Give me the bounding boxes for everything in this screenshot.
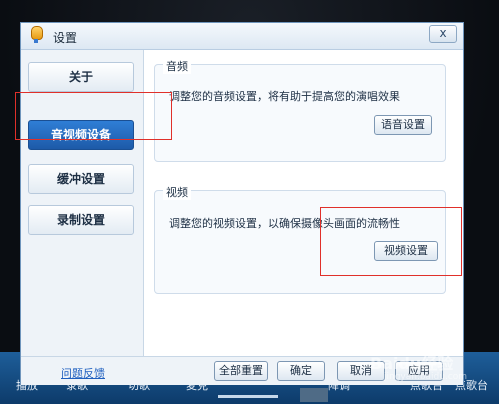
toolbar-pitch-box[interactable] [300,388,328,402]
nav-item-buffer[interactable]: 缓冲设置 [28,164,134,194]
baidu-watermark-url: jingyan.baidu.com [384,372,468,382]
annotation-box-video-button [320,207,462,276]
microphone-app-icon [28,26,44,44]
video-group-title: 视频 [163,184,191,200]
feedback-link[interactable]: 问题反馈 [61,365,105,381]
voice-settings-button[interactable]: 语音设置 [374,115,432,135]
title-bar[interactable]: 设置 x [21,23,463,50]
reset-all-button[interactable]: 全部重置 [214,361,268,381]
audio-description: 调整您的音频设置，将有助于提高您的演唱效果 [169,90,400,103]
dialog-title: 设置 [53,31,78,45]
ok-button[interactable]: 确定 [277,361,325,381]
settings-content: 音频 调整您的音频设置，将有助于提高您的演唱效果 语音设置 视频 调整您的视频设… [144,50,463,356]
nav-item-about[interactable]: 关于 [28,62,134,92]
mic-volume-slider[interactable] [218,395,278,398]
close-button[interactable]: x [429,25,457,43]
annotation-box-nav [15,92,172,140]
audio-group: 音频 调整您的音频设置，将有助于提高您的演唱效果 语音设置 [154,58,446,162]
settings-dialog: 设置 x 关于 音视频设备 缓冲设置 录制设置 音频 调整您的音频设置，将有助于… [20,22,464,385]
baidu-watermark: Baidu经验 [370,354,454,373]
audio-group-title: 音频 [163,58,191,74]
nav-item-recording[interactable]: 录制设置 [28,205,134,235]
